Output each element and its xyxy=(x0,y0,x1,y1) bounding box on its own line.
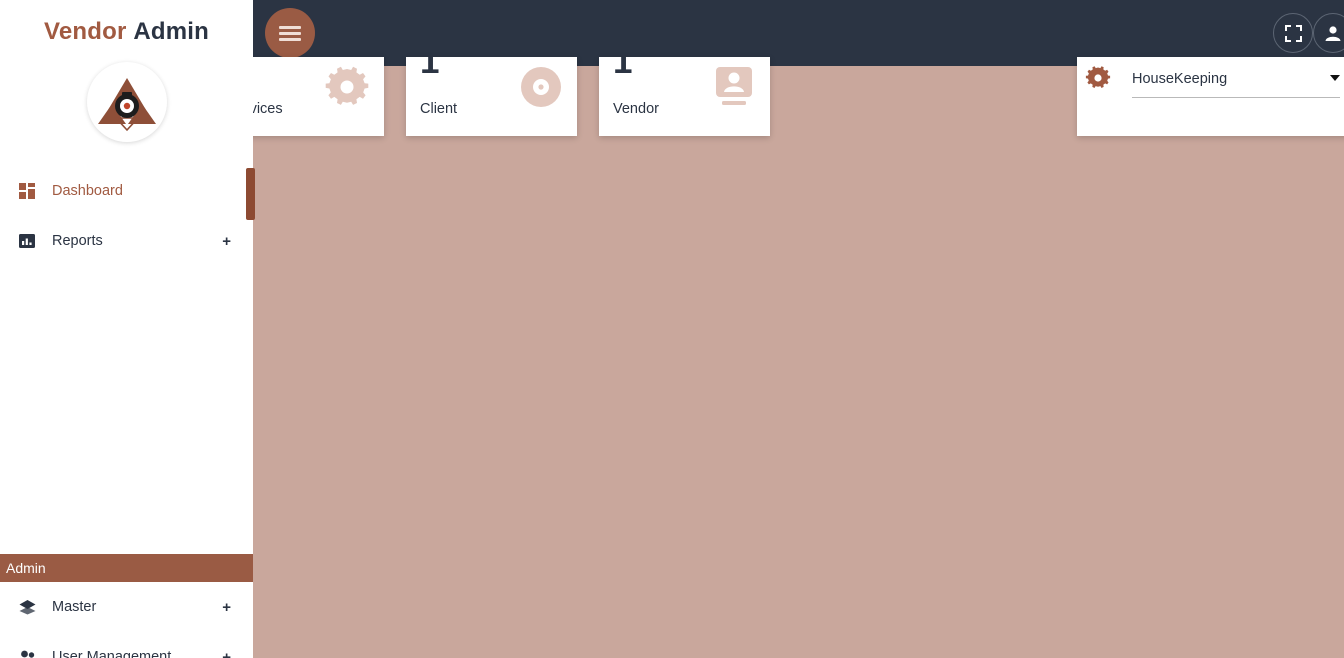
hamburger-menu-icon[interactable] xyxy=(265,8,315,58)
brand-title: Vendor Admin xyxy=(0,0,253,46)
stat-value: 1 xyxy=(420,57,440,81)
sidebar-item-dashboard[interactable]: Dashboard xyxy=(0,166,253,216)
layers-icon xyxy=(16,598,38,616)
sidebar-item-reports[interactable]: Reports + xyxy=(0,216,253,266)
sidebar-item-user-management[interactable]: User Management + xyxy=(0,632,253,658)
sidebar-section-admin: Admin xyxy=(0,554,253,582)
bar-chart-icon xyxy=(16,232,38,250)
sidebar-item-label: Master xyxy=(52,599,97,615)
stat-card-vendor[interactable]: 1 Vendor xyxy=(599,57,770,136)
brand-part-2: Admin xyxy=(133,18,210,45)
account-icon[interactable] xyxy=(1313,13,1344,53)
service-selector-card: HouseKeeping H xyxy=(1077,57,1344,136)
hamburger-bars xyxy=(279,23,301,44)
brand-part-1: Vendor xyxy=(43,18,127,45)
expand-toggle-master[interactable]: + xyxy=(222,599,231,616)
disc-icon xyxy=(519,65,563,114)
chevron-down-icon xyxy=(1330,75,1340,81)
active-item-indicator xyxy=(246,168,255,220)
id-card-icon xyxy=(712,65,756,114)
fullscreen-icon[interactable] xyxy=(1273,13,1313,53)
pyramid-eye-logo-icon xyxy=(97,78,156,132)
service-dropdown-value: HouseKeeping xyxy=(1132,71,1340,98)
dashboard-page: Vendor Admin Dashboard Reports + Admin M… xyxy=(0,0,1344,658)
sidebar-item-label: Reports xyxy=(52,233,103,249)
company-logo xyxy=(86,62,167,142)
sidebar-nav: Dashboard Reports + xyxy=(0,166,253,266)
sidebar-item-label: Dashboard xyxy=(52,183,123,199)
sidebar-item-label: User Management xyxy=(52,649,172,658)
sidebar: Vendor Admin Dashboard Reports + Admin M… xyxy=(0,0,253,658)
service-dropdown[interactable]: HouseKeeping xyxy=(1132,71,1340,98)
users-icon xyxy=(16,648,38,658)
gear-icon xyxy=(1085,65,1111,96)
expand-toggle-reports[interactable]: + xyxy=(222,233,231,250)
stat-label: Vendor xyxy=(613,101,659,117)
dashboard-grid-icon xyxy=(16,182,38,200)
gear-icon xyxy=(324,65,370,114)
stat-value: 1 xyxy=(613,57,633,81)
expand-toggle-user-management[interactable]: + xyxy=(222,649,231,658)
account-glyph xyxy=(1325,26,1341,41)
stat-card-client[interactable]: 1 Client xyxy=(406,57,577,136)
stat-label: Client xyxy=(420,101,458,117)
fullscreen-glyph xyxy=(1284,24,1302,42)
sidebar-item-master[interactable]: Master + xyxy=(0,582,253,632)
